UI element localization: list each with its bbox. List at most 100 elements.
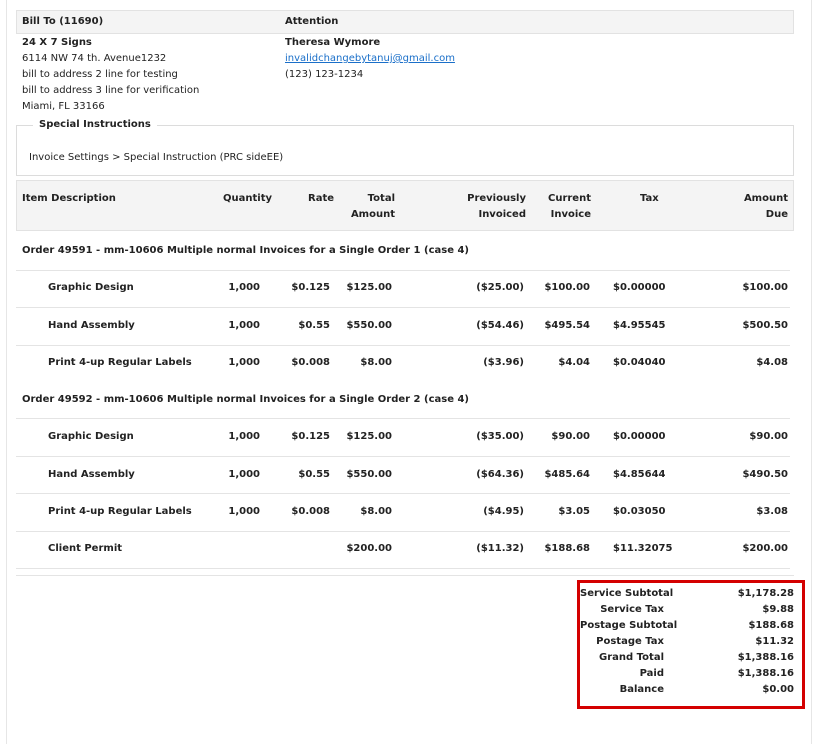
total-label: Postage Tax (596, 636, 664, 647)
col-header-current: Current (547, 193, 591, 204)
col-header-total: Total (367, 193, 395, 204)
col-header-quantity: Quantity (223, 193, 272, 204)
cell-total: $8.00 (360, 506, 392, 517)
cell-amount-due: $3.08 (756, 506, 788, 517)
total-label: Postage Subtotal (580, 620, 678, 631)
attention-heading: Attention (285, 16, 339, 27)
row-divider (16, 568, 790, 569)
col-header-amount-due: Amount (743, 193, 788, 204)
order-group-title: Order 49592 - mm-10606 Multiple normal I… (22, 394, 469, 405)
cell-amount-due: $200.00 (742, 543, 788, 554)
cell-tax: $11.32075 (613, 543, 673, 554)
address-header-bar (16, 10, 794, 34)
cell-current-invoice: $3.05 (558, 506, 590, 517)
total-value: $9.88 (762, 604, 794, 615)
special-instructions-legend: Special Instructions (33, 119, 157, 130)
bill-to-heading: Bill To (11690) (22, 16, 104, 27)
total-value: $1,388.16 (737, 652, 794, 663)
cell-current-invoice: $90.00 (551, 431, 590, 442)
col-header-item: Item Description (22, 193, 116, 204)
cell-quantity: 1,000 (228, 506, 260, 517)
cell-rate: $0.55 (298, 320, 330, 331)
cell-rate: $0.008 (291, 506, 330, 517)
cell-rate: $0.125 (291, 431, 330, 442)
cell-rate: $0.55 (298, 469, 330, 480)
row-divider (16, 270, 790, 271)
cell-previously-invoiced: ($25.00) (476, 282, 524, 293)
cell-item: Graphic Design (48, 431, 134, 442)
total-value: $1,388.16 (737, 668, 794, 679)
cell-previously-invoiced: ($54.46) (476, 320, 524, 331)
cell-tax: $0.03050 (613, 506, 666, 517)
cell-tax: $0.04040 (613, 357, 666, 368)
cell-current-invoice: $495.54 (544, 320, 590, 331)
col-header-current-2: Invoice (550, 209, 591, 220)
cell-item: Client Permit (48, 543, 123, 554)
cell-total: $8.00 (360, 357, 392, 368)
attention-phone: (123) 123-1234 (285, 69, 364, 80)
cell-current-invoice: $4.04 (558, 357, 590, 368)
row-divider (16, 531, 790, 532)
cell-item: Hand Assembly (48, 469, 135, 480)
total-value: $1,178.28 (737, 588, 794, 599)
total-label: Grand Total (599, 652, 664, 663)
cell-quantity: 1,000 (228, 320, 260, 331)
row-divider (16, 345, 790, 346)
col-header-total-2: Amount (350, 209, 395, 220)
cell-previously-invoiced: ($35.00) (476, 431, 524, 442)
cell-item: Print 4-up Regular Labels (48, 506, 192, 517)
bill-to-line: 6114 NW 74 th. Avenue1232 (22, 53, 167, 64)
col-header-rate: Rate (308, 193, 335, 204)
bill-to-line: bill to address 3 line for verification (22, 85, 200, 96)
cell-tax: $0.00000 (613, 431, 666, 442)
total-value: $0.00 (762, 684, 794, 695)
table-bottom-border (16, 575, 794, 576)
total-label: Balance (619, 684, 664, 695)
cell-current-invoice: $485.64 (544, 469, 590, 480)
cell-amount-due: $100.00 (742, 282, 788, 293)
total-label: Service Subtotal (580, 588, 674, 599)
total-label: Service Tax (600, 604, 664, 615)
cell-item: Print 4-up Regular Labels (48, 357, 192, 368)
col-header-amount-due-2: Due (765, 209, 788, 220)
total-label: Paid (639, 668, 664, 679)
order-group-title: Order 49591 - mm-10606 Multiple normal I… (22, 245, 469, 256)
col-header-previously-2: Invoiced (478, 209, 526, 220)
cell-total: $125.00 (346, 431, 392, 442)
row-divider (16, 307, 790, 308)
cell-rate: $0.125 (291, 282, 330, 293)
cell-total: $200.00 (346, 543, 392, 554)
total-value: $11.32 (755, 636, 794, 647)
cell-quantity: 1,000 (228, 357, 260, 368)
cell-tax: $4.85644 (613, 469, 666, 480)
cell-amount-due: $90.00 (749, 431, 788, 442)
cell-item: Graphic Design (48, 282, 134, 293)
cell-tax: $0.00000 (613, 282, 666, 293)
cell-amount-due: $490.50 (742, 469, 788, 480)
cell-previously-invoiced: ($64.36) (476, 469, 524, 480)
row-divider (16, 456, 790, 457)
cell-item: Hand Assembly (48, 320, 135, 331)
table-header (16, 180, 794, 231)
bill-to-line: bill to address 2 line for testing (22, 69, 178, 80)
bill-to-company: 24 X 7 Signs (22, 37, 92, 48)
cell-amount-due: $500.50 (742, 320, 788, 331)
row-divider (16, 493, 790, 494)
cell-total: $550.00 (346, 320, 392, 331)
cell-current-invoice: $188.68 (544, 543, 590, 554)
cell-quantity: 1,000 (228, 469, 260, 480)
attention-email-link[interactable]: invalidchangebytanuj@gmail.com (285, 53, 455, 64)
special-instructions-text: Invoice Settings > Special Instruction (… (29, 152, 284, 163)
cell-total: $125.00 (346, 282, 392, 293)
cell-total: $550.00 (346, 469, 392, 480)
cell-tax: $4.95545 (613, 320, 666, 331)
cell-quantity: 1,000 (228, 431, 260, 442)
attention-name: Theresa Wymore (285, 37, 381, 48)
total-value: $188.68 (748, 620, 794, 631)
col-header-previously: Previously (467, 193, 526, 204)
cell-quantity: 1,000 (228, 282, 260, 293)
cell-previously-invoiced: ($3.96) (483, 357, 524, 368)
cell-rate: $0.008 (291, 357, 330, 368)
cell-previously-invoiced: ($4.95) (483, 506, 524, 517)
row-divider (16, 418, 790, 419)
